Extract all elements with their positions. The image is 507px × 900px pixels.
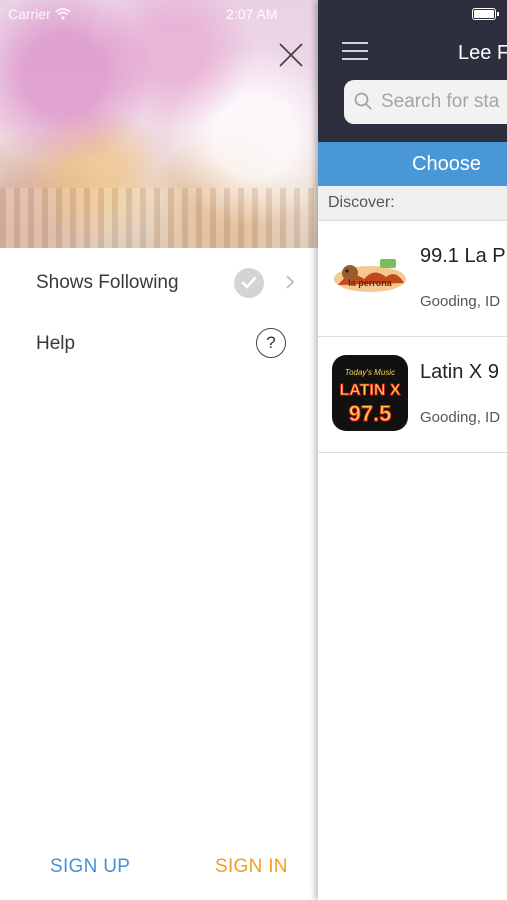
side-drawer: Carrier 2:07 AM Shows Following Help ? S… — [0, 0, 318, 900]
menu-icon[interactable] — [342, 40, 368, 62]
menu-item-shows-following[interactable]: Shows Following — [0, 253, 318, 313]
station-row[interactable]: la perrona 99.1 La P Gooding, ID — [318, 221, 507, 337]
station-location: Gooding, ID — [420, 409, 501, 426]
status-time: 2:07 AM — [226, 6, 278, 22]
main-screen: Lee F Choose Discover: la perrona 99.1 L… — [318, 0, 507, 900]
carrier-label: Carrier — [8, 6, 51, 22]
wifi-icon — [55, 8, 71, 20]
drawer-hero-image — [0, 0, 318, 248]
discover-label: Discover: — [328, 194, 395, 211]
station-logo: la perrona — [334, 259, 406, 292]
status-carrier: Carrier — [8, 6, 71, 22]
station-name: 99.1 La P — [420, 245, 506, 267]
discover-header: Discover: — [318, 186, 507, 221]
choose-label: Choose — [412, 153, 481, 175]
svg-text:la perrona: la perrona — [348, 278, 393, 288]
chevron-right-icon — [285, 270, 295, 296]
menu-item-label: Shows Following — [36, 272, 179, 293]
menu-item-label: Help — [36, 333, 76, 354]
svg-text:Today's Music: Today's Music — [345, 368, 395, 377]
station-name: Latin X 9 — [420, 361, 499, 383]
svg-text:LATIN X: LATIN X — [339, 382, 400, 399]
choose-button[interactable]: Choose — [318, 142, 507, 186]
menu-item-help[interactable]: Help ? — [0, 314, 318, 374]
page-title: Lee F — [458, 42, 507, 64]
station-row[interactable]: Today's Music LATIN X 97.5 Latin X 9 Goo… — [318, 337, 507, 453]
search-input[interactable] — [379, 90, 507, 114]
sign-up-button[interactable]: SIGN UP — [50, 856, 130, 878]
search-field[interactable] — [344, 80, 507, 124]
sign-in-button[interactable]: SIGN IN — [215, 856, 288, 878]
check-icon — [234, 268, 264, 298]
svg-text:97.5: 97.5 — [349, 401, 392, 426]
station-logo: Today's Music LATIN X 97.5 — [332, 355, 408, 431]
nav-bar: Lee F — [318, 0, 507, 142]
help-icon: ? — [256, 328, 286, 358]
battery-icon — [472, 8, 499, 20]
station-location: Gooding, ID — [420, 293, 501, 310]
close-icon[interactable] — [276, 40, 306, 70]
search-icon — [354, 92, 372, 110]
